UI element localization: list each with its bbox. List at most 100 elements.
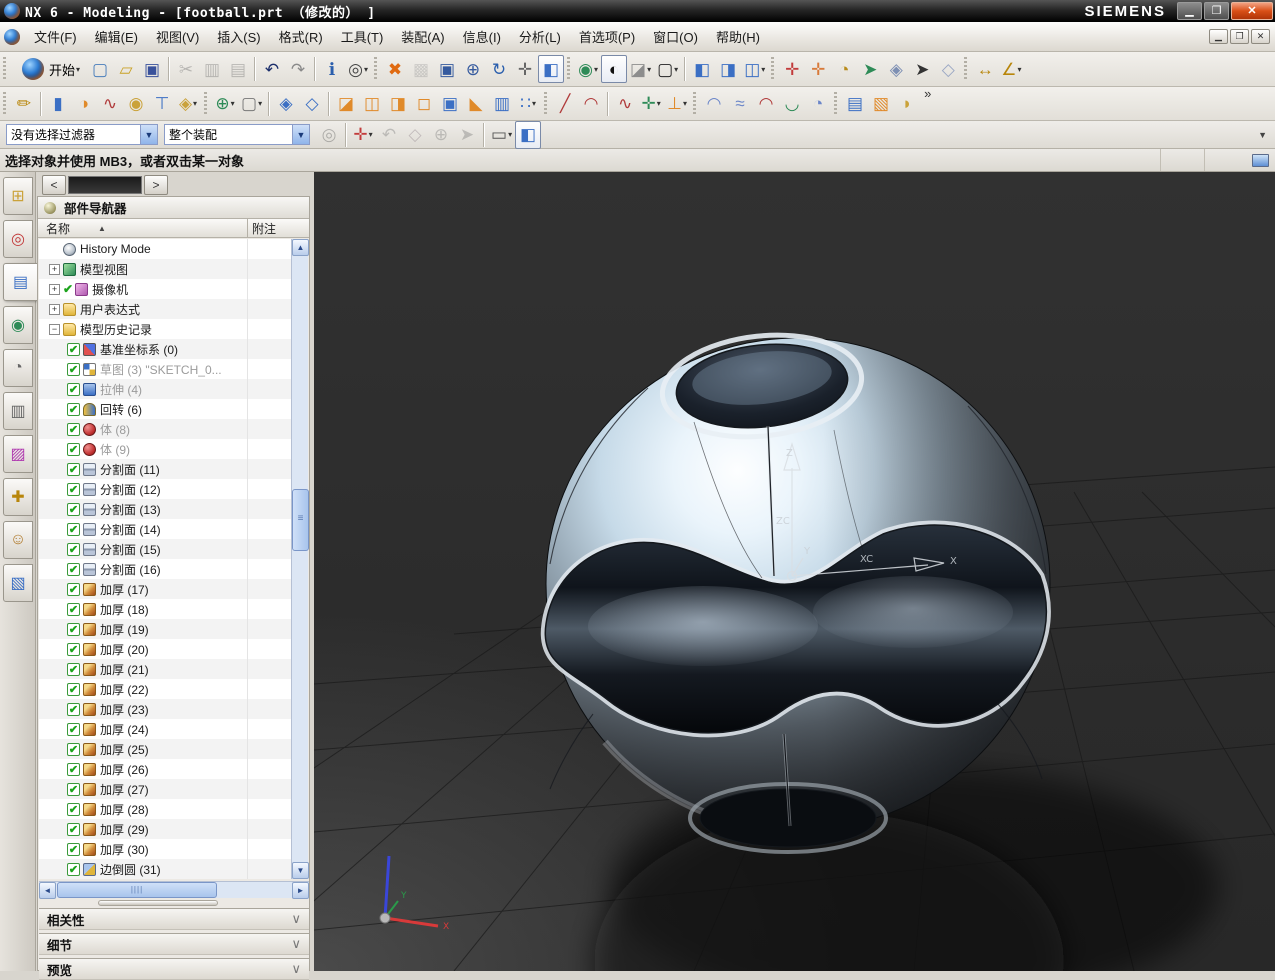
tree-item[interactable]: ✔加厚 (26) <box>39 759 292 779</box>
model-canvas[interactable]: Z ZC Y XC X X Y <box>314 172 1275 971</box>
toolbar-grip[interactable] <box>543 92 549 116</box>
reuse-library-tab[interactable]: ◉ <box>3 306 33 344</box>
wizards-tab[interactable]: ✚ <box>3 478 33 516</box>
feature-checkbox[interactable]: ✔ <box>67 843 80 856</box>
vector-constructor-button[interactable]: ➤ <box>857 55 883 83</box>
pin-icon[interactable] <box>44 202 56 214</box>
snap-view-button[interactable]: ◔ <box>831 55 857 83</box>
menu-item-11[interactable]: 窗口(O) <box>644 26 707 49</box>
feature-checkbox[interactable]: ✔ <box>67 603 80 616</box>
feature-checkbox[interactable]: ✔ <box>67 523 80 536</box>
tree-item[interactable]: +用户表达式 <box>39 299 292 319</box>
move-face-button[interactable]: ◈▾ <box>175 90 201 118</box>
tree-item[interactable]: ✔拉伸 (4) <box>39 379 292 399</box>
feature-checkbox[interactable]: ✔ <box>67 643 80 656</box>
scroll-thumb[interactable] <box>57 882 217 898</box>
studio-spline-button[interactable]: ∿ <box>612 90 638 118</box>
shell-button[interactable]: ◻ <box>411 90 437 118</box>
tree-item[interactable]: ✔加厚 (19) <box>39 619 292 639</box>
menu-item-4[interactable]: 插入(S) <box>208 26 269 49</box>
tree-item[interactable]: ✔加厚 (22) <box>39 679 292 699</box>
swept-button[interactable]: ◠ <box>753 90 779 118</box>
dropdown-arrow-icon[interactable]: ▾ <box>532 99 536 108</box>
feature-checkbox[interactable]: ✔ <box>67 583 80 596</box>
dropdown-arrow-icon[interactable]: ▾ <box>193 99 197 108</box>
feature-checkbox[interactable]: ✔ <box>67 383 80 396</box>
dropdown-arrow-icon[interactable]: ▾ <box>761 65 765 74</box>
dropdown-arrow-icon[interactable]: ▾ <box>369 130 373 139</box>
feature-checkbox[interactable]: ✔ <box>67 823 80 836</box>
menu-item-3[interactable]: 视图(V) <box>147 26 208 49</box>
deselect-button[interactable]: ◇ <box>935 55 961 83</box>
view-cube-button[interactable]: ◧ <box>515 121 541 149</box>
tree-item[interactable]: ✔分割面 (14) <box>39 519 292 539</box>
tab-prev-button[interactable]: < <box>42 175 66 195</box>
dropdown-arrow-icon[interactable]: ▾ <box>1018 65 1022 74</box>
orient-wcs-button[interactable]: ✛ <box>779 55 805 83</box>
feature-checkbox[interactable]: ✔ <box>67 423 80 436</box>
assembly-navigator-tab[interactable]: ⊞ <box>3 177 33 215</box>
menu-item-7[interactable]: 装配(A) <box>392 26 453 49</box>
split-body-button[interactable]: ◫ <box>359 90 385 118</box>
chamfer-button[interactable]: ◣ <box>463 90 489 118</box>
vertical-scrollbar[interactable]: ▲ ▼ <box>291 239 308 879</box>
tab-next-button[interactable]: > <box>144 175 168 195</box>
feature-checkbox[interactable]: ✔ <box>67 483 80 496</box>
graphics-window[interactable]: Z ZC Y XC X X Y <box>314 172 1275 971</box>
tree-item[interactable]: ✔加厚 (25) <box>39 739 292 759</box>
tree-item[interactable]: ✔加厚 (24) <box>39 719 292 739</box>
expand-icon[interactable]: + <box>49 284 60 295</box>
scroll-up-button[interactable]: ▲ <box>292 239 309 256</box>
tree-item[interactable]: History Mode <box>39 239 292 259</box>
toolbar-grip[interactable] <box>2 92 8 116</box>
unite-button[interactable]: ◈ <box>273 90 299 118</box>
rotate-view-button[interactable]: ↻ <box>486 55 512 83</box>
feature-checkbox[interactable]: ✔ <box>67 663 80 676</box>
snap-point-button[interactable]: ✛▾ <box>350 121 376 149</box>
dropdown-arrow-icon[interactable]: ▾ <box>647 65 651 74</box>
line-button[interactable]: ╱ <box>552 90 578 118</box>
find-button[interactable]: ◎▾ <box>345 55 371 83</box>
fit-view-button[interactable]: ✖ <box>382 55 408 83</box>
feature-checkbox[interactable]: ✔ <box>67 703 80 716</box>
tree-item[interactable]: ✔草图 (3) "SKETCH_0... <box>39 359 292 379</box>
tree-item[interactable]: +模型视图 <box>39 259 292 279</box>
expand-icon[interactable]: + <box>49 264 60 275</box>
minimize-button[interactable]: ▁ <box>1177 2 1202 20</box>
background-button[interactable]: ▢▾ <box>654 55 681 83</box>
point-set-button[interactable]: ✛▾ <box>638 90 664 118</box>
scenes-tab[interactable]: ▧ <box>3 564 33 602</box>
dropdown-arrow-icon[interactable]: ▾ <box>508 130 512 139</box>
feature-checkbox[interactable]: ✔ <box>67 543 80 556</box>
scroll-thumb[interactable] <box>292 489 309 551</box>
open-file-button[interactable]: ▱ <box>113 55 139 83</box>
measure-distance-button[interactable]: ↔ <box>972 55 998 83</box>
extrude-button[interactable]: ▮ <box>45 90 71 118</box>
sweep-button[interactable]: ∿ <box>97 90 123 118</box>
measure-angle-button[interactable]: ∠▾ <box>998 55 1024 83</box>
tree-item[interactable]: ✔回转 (6) <box>39 399 292 419</box>
combo-dropdown-icon[interactable]: ▼ <box>292 125 309 144</box>
toolbar-grip[interactable] <box>963 57 969 81</box>
menu-item-5[interactable]: 格式(R) <box>270 26 332 49</box>
undo-button[interactable]: ↶ <box>259 55 285 83</box>
tree-item[interactable]: ✔分割面 (12) <box>39 479 292 499</box>
pattern-feature-button[interactable]: ∷▾ <box>515 90 541 118</box>
tree-item[interactable]: ✔分割面 (16) <box>39 559 292 579</box>
tree-item[interactable]: +✔摄像机 <box>39 279 292 299</box>
offset-surface-button[interactable]: ▤ <box>842 90 868 118</box>
toolbar-grip[interactable] <box>373 57 379 81</box>
dropdown-arrow-icon[interactable]: ▾ <box>683 99 687 108</box>
face-analysis-button[interactable]: ◪▾ <box>627 55 654 83</box>
select-cursor-button[interactable]: ➤ <box>909 55 935 83</box>
dropdown-arrow-icon[interactable]: ▾ <box>364 65 368 74</box>
emboss-button[interactable]: ⊤ <box>149 90 175 118</box>
chevron-down-icon[interactable]: ∨ <box>291 961 301 977</box>
sketch-in-task-button[interactable]: ⊕▾ <box>212 90 238 118</box>
render-style-button[interactable]: ◉▾ <box>575 55 601 83</box>
feature-checkbox[interactable]: ✔ <box>67 463 80 476</box>
show-datum-plane-button[interactable]: ◧ <box>689 55 715 83</box>
tree-item[interactable]: ✔基准坐标系 (0) <box>39 339 292 359</box>
datum-plane-button[interactable]: ▢▾ <box>238 90 265 118</box>
dropdown-arrow-icon[interactable]: ▾ <box>258 99 262 108</box>
